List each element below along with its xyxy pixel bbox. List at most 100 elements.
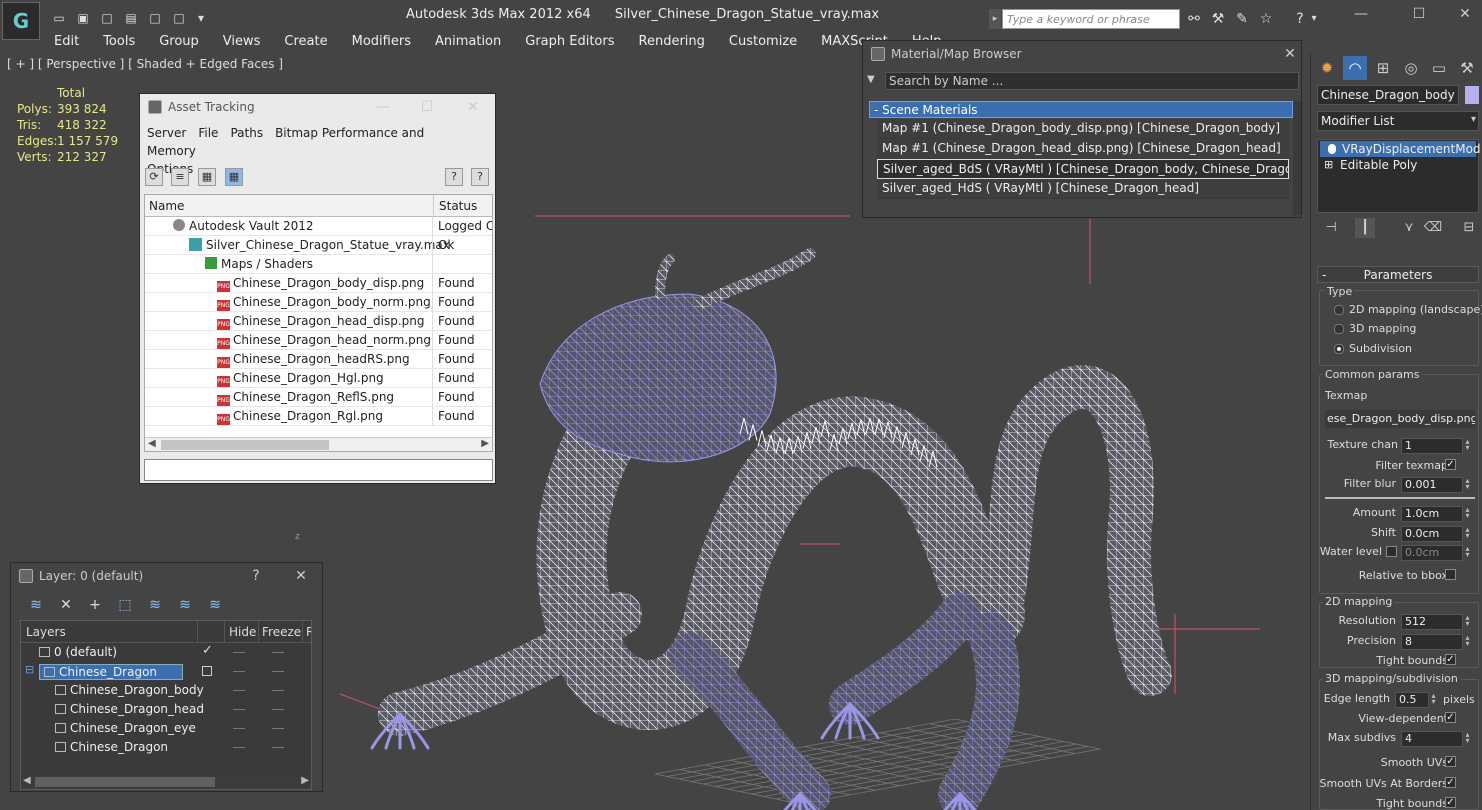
layer-manager-titlebar[interactable]: Layer: 0 (default) ? ✕ <box>11 563 322 589</box>
asset-row[interactable]: PNG Chinese_Dragon_head_disp.png Found <box>145 312 492 331</box>
save-file-icon[interactable]: ▣ <box>74 10 92 26</box>
asset-horizontal-scrollbar[interactable]: ◀ ▶ <box>145 437 492 451</box>
freeze-toggle[interactable] <box>272 671 284 672</box>
column-freeze-header[interactable]: Freeze <box>262 625 301 639</box>
subscription-icon[interactable]: ⚒ <box>1208 10 1228 28</box>
asset-row[interactable]: PNG Chinese_Dragon_Hgl.png Found <box>145 369 492 388</box>
column-name-header[interactable]: Name <box>149 199 184 213</box>
minimize-icon[interactable]: — <box>372 94 394 120</box>
hide-all-layers-icon[interactable]: ≋ <box>174 595 196 615</box>
binoculars-icon[interactable]: ⚯ <box>1184 10 1204 28</box>
tight-bounds-checkbox[interactable]: ✓ <box>1445 654 1456 665</box>
object-color-swatch[interactable] <box>1465 86 1479 104</box>
close-icon[interactable]: ✕ <box>462 94 484 120</box>
asset-row[interactable]: Silver_Chinese_Dragon_Statue_vray.max Ok <box>145 236 492 255</box>
list-view-icon[interactable]: ≡ <box>171 168 189 186</box>
asset-menu-paths[interactable]: Paths <box>230 126 263 140</box>
freeze-toggle[interactable] <box>272 728 284 729</box>
layer-row[interactable]: Chinese_Dragon <box>21 738 311 757</box>
column-hide-header[interactable]: Hide <box>229 625 256 639</box>
tight-bounds-3d-checkbox[interactable]: ✓ <box>1445 797 1456 808</box>
radio-2d-mapping[interactable]: 2D mapping (landscape) <box>1329 303 1482 316</box>
delete-layer-icon[interactable]: ✕ <box>55 595 77 615</box>
remove-modifier-icon[interactable]: ⌫ <box>1423 218 1443 238</box>
layer-row[interactable]: Chinese_Dragon_head <box>21 700 311 719</box>
help-button[interactable]: ? <box>245 563 267 589</box>
layer-name[interactable]: 0 (default) <box>39 645 117 659</box>
project-icon[interactable]: ▤ <box>122 10 140 26</box>
radio-3d-mapping[interactable]: 3D mapping <box>1329 322 1416 335</box>
layer-name[interactable]: Chinese_Dragon <box>55 740 168 754</box>
freeze-all-layers-icon[interactable]: ≋ <box>204 595 226 615</box>
hide-toggle[interactable] <box>233 709 245 710</box>
column-layers-header[interactable]: Layers <box>26 625 66 639</box>
maximize-icon[interactable]: ☐ <box>1404 6 1434 24</box>
material-item[interactable]: Silver_aged_BdS ( VRayMtl ) [Chinese_Dra… <box>877 159 1289 179</box>
filter-blur-spinner[interactable]: 0.001 <box>1401 476 1474 493</box>
layer-row[interactable]: Chinese_Dragon_body <box>21 681 311 700</box>
amount-spinner[interactable]: 1.0cm <box>1401 505 1474 522</box>
configure-sets-icon[interactable]: ⊟ <box>1459 218 1479 238</box>
select-in-layer-icon[interactable]: ⬚ <box>114 595 136 615</box>
close-icon[interactable]: ✕ <box>1450 6 1480 24</box>
redo-icon[interactable]: □ <box>170 10 188 26</box>
refresh-icon[interactable]: ⟳ <box>145 168 163 186</box>
close-icon[interactable]: ✕ <box>1279 41 1301 67</box>
menu-edit[interactable]: Edit <box>42 33 91 53</box>
precision-spinner[interactable]: 8 <box>1401 633 1474 650</box>
new-scene-icon[interactable]: □ <box>98 10 116 26</box>
asset-row[interactable]: PNG Chinese_Dragon_ReflS.png Found <box>145 388 492 407</box>
freeze-toggle[interactable] <box>272 690 284 691</box>
smooth-uvs-borders-checkbox[interactable]: ✓ <box>1445 777 1456 788</box>
hide-toggle[interactable] <box>233 747 245 748</box>
object-name-field[interactable]: Chinese_Dragon_body <box>1317 85 1459 105</box>
create-layer-icon[interactable]: ≋ <box>25 595 47 615</box>
scroll-thumb[interactable] <box>35 777 215 787</box>
modify-tab-icon[interactable]: ◠ <box>1343 56 1367 80</box>
layer-name[interactable]: Chinese_Dragon_head <box>55 702 204 716</box>
asset-row[interactable]: PNG Chinese_Dragon_body_norm.png Found <box>145 293 492 312</box>
stack-item-editable-poly[interactable]: ⊞ Editable Poly <box>1318 157 1478 173</box>
radio-subdivision[interactable]: Subdivision <box>1329 342 1412 355</box>
view-dependent-checkbox[interactable]: ✓ <box>1445 712 1456 723</box>
relative-bbox-checkbox[interactable] <box>1445 569 1456 580</box>
asset-status-field[interactable] <box>144 459 493 481</box>
collapse-minus-icon[interactable]: ⊟ <box>25 663 34 676</box>
menu-graph-editors[interactable]: Graph Editors <box>513 33 626 53</box>
hide-toggle[interactable] <box>233 652 245 653</box>
pin-stack-icon[interactable]: ⊣ <box>1321 218 1341 238</box>
asset-menu-bitmap-performance-and-memory[interactable]: Bitmap Performance and Memory <box>147 126 424 158</box>
material-vertical-scrollbar[interactable] <box>1293 101 1301 215</box>
layer-name[interactable]: Chinese_Dragon <box>39 664 183 680</box>
menu-rendering[interactable]: Rendering <box>627 33 717 53</box>
smooth-uvs-checkbox[interactable]: ✓ <box>1445 756 1456 767</box>
communication-icon[interactable]: ✎ <box>1232 10 1252 28</box>
context-help-icon[interactable]: ? <box>471 168 489 186</box>
freeze-toggle[interactable] <box>272 652 284 653</box>
asset-menu-file[interactable]: File <box>198 126 218 140</box>
max-subdivs-spinner[interactable]: 4 <box>1401 730 1474 747</box>
material-search-input[interactable]: Search by Name ... <box>885 72 1299 90</box>
collapse-minus-icon[interactable]: - <box>1322 267 1326 283</box>
material-item[interactable]: Silver_aged_HdS ( VRayMtl ) [Chinese_Dra… <box>877 179 1289 199</box>
viewport-label[interactable]: [ + ] [ Perspective ] [ Shaded + Edged F… <box>7 57 283 71</box>
freeze-toggle[interactable] <box>272 709 284 710</box>
asset-row[interactable]: Autodesk Vault 2012 Logged Ou <box>145 217 492 236</box>
quick-access-dropdown-icon[interactable]: ▾ <box>192 10 210 26</box>
app-logo-icon[interactable]: G <box>2 2 40 40</box>
shift-spinner[interactable]: 0.0cm <box>1401 525 1474 542</box>
material-item[interactable]: Map #1 (Chinese_Dragon_head_disp.png) [C… <box>877 139 1289 159</box>
help-icon[interactable]: ? <box>1290 10 1310 28</box>
asset-row[interactable]: PNG Chinese_Dragon_body_disp.png Found <box>145 274 492 293</box>
water-level-spinner[interactable]: 0.0cm <box>1401 544 1474 561</box>
menu-create[interactable]: Create <box>272 33 339 53</box>
layer-horizontal-scrollbar[interactable]: ◀ ▶ <box>21 775 311 789</box>
undo-icon[interactable]: □ <box>146 10 164 26</box>
scene-materials-group[interactable]: - Scene Materials <box>869 101 1293 118</box>
scroll-left-icon[interactable]: ◀ <box>148 438 156 449</box>
set-current-layer-icon[interactable] <box>202 666 212 676</box>
parameters-rollout[interactable]: - Parameters <box>1317 266 1479 283</box>
menu-tools[interactable]: Tools <box>91 33 147 53</box>
scroll-right-icon[interactable]: ▶ <box>301 775 309 786</box>
hierarchy-tab-icon[interactable]: ⊞ <box>1371 56 1395 80</box>
